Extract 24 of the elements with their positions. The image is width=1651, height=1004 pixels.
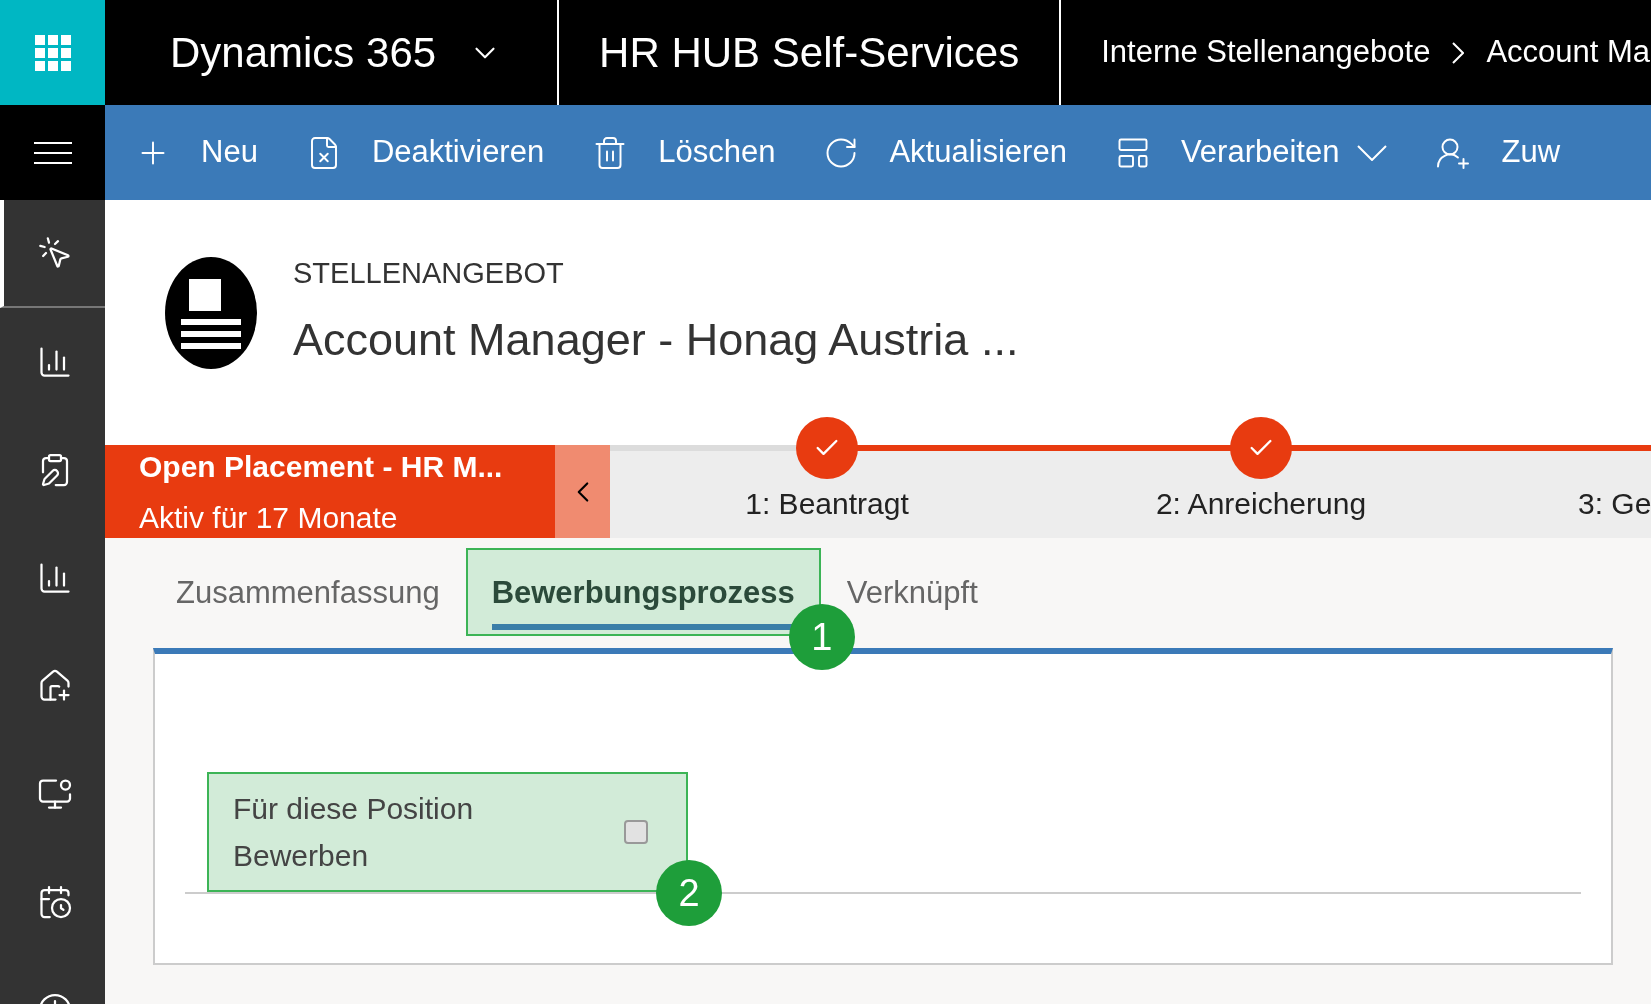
- record-title: Account Manager - Honag Austria ...: [293, 312, 1019, 367]
- command-button[interactable]: Löschen: [592, 129, 776, 176]
- command-button[interactable]: Verarbeiten: [1114, 129, 1388, 176]
- menu-icon: [33, 141, 72, 164]
- breadcrumb-link[interactable]: Interne Stellenangebote: [1101, 29, 1431, 76]
- process-flyout[interactable]: Open Placement - HR M... Aktiv für 17 Monate: [105, 445, 555, 538]
- command-button[interactable]: Neu: [135, 129, 258, 176]
- command-button[interactable]: Aktualisieren: [823, 129, 1067, 176]
- stage-label[interactable]: 1: Beantragt: [745, 481, 909, 526]
- tab[interactable]: Zusammenfassung: [150, 548, 466, 636]
- chevron-right-icon: [1452, 41, 1465, 64]
- monitor-clock-icon: [36, 776, 73, 812]
- menu-button[interactable]: [0, 105, 105, 200]
- waffle-icon: [34, 34, 71, 71]
- stage-label[interactable]: 3: Ge: [1578, 481, 1651, 526]
- document-icon: [165, 256, 257, 369]
- command-button[interactable]: Zuw: [1435, 129, 1561, 176]
- checkbox[interactable]: [624, 820, 648, 844]
- command-button[interactable]: Deaktivieren: [305, 129, 545, 176]
- area-title: HR HUB Self-Services: [599, 28, 1020, 78]
- stage-label[interactable]: 2: Anreicherung: [1155, 481, 1367, 526]
- breadcrumb-link[interactable]: Account Ma: [1486, 29, 1651, 76]
- callout-badge: 2: [656, 860, 722, 926]
- entity-label: STELLENANGEBOT: [293, 256, 565, 291]
